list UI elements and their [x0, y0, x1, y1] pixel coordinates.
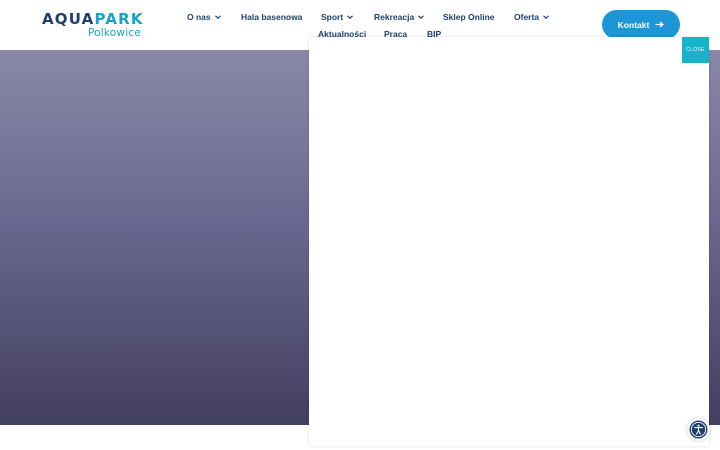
nav-item-oferta[interactable]: Oferta	[514, 12, 550, 22]
nav-label: Oferta	[514, 12, 540, 22]
nav-label: Sport	[321, 12, 344, 22]
nav-label: Rekreacja	[374, 12, 415, 22]
close-button[interactable]: CLOSE	[682, 37, 709, 63]
popup-modal[interactable]	[309, 37, 709, 446]
accessibility-icon	[689, 420, 708, 439]
kontakt-button[interactable]: Kontakt	[602, 10, 680, 39]
nav-item-o-nas[interactable]: O nas	[187, 12, 222, 22]
nav-item-hala-basenowa[interactable]: Hala basenowa	[241, 12, 302, 22]
logo-wordmark: AQUAPARK	[42, 11, 144, 27]
logo-suffix: PARK	[94, 10, 144, 28]
nav-item-sklep-online[interactable]: Sklep Online	[443, 12, 495, 22]
nav-label: Sklep Online	[443, 12, 495, 22]
close-label: CLOSE	[686, 47, 705, 53]
chevron-down-icon	[418, 15, 425, 20]
chevron-down-icon	[347, 15, 354, 20]
nav-label: O nas	[187, 12, 211, 22]
chevron-down-icon	[214, 15, 221, 20]
nav-label: Hala basenowa	[241, 12, 303, 22]
nav-item-sport[interactable]: Sport	[321, 12, 354, 22]
aquapark-logo[interactable]: AQUAPARK Polkowice	[42, 11, 144, 39]
logo-subtitle: Polkowice	[88, 27, 141, 39]
nav-item-rekreacja[interactable]: Rekreacja	[374, 12, 425, 22]
arrow-right-icon	[655, 21, 665, 28]
chevron-down-icon	[543, 15, 549, 20]
accessibility-button[interactable]	[687, 418, 710, 441]
kontakt-label: Kontakt	[617, 19, 650, 30]
logo-prefix: AQUA	[42, 10, 95, 28]
